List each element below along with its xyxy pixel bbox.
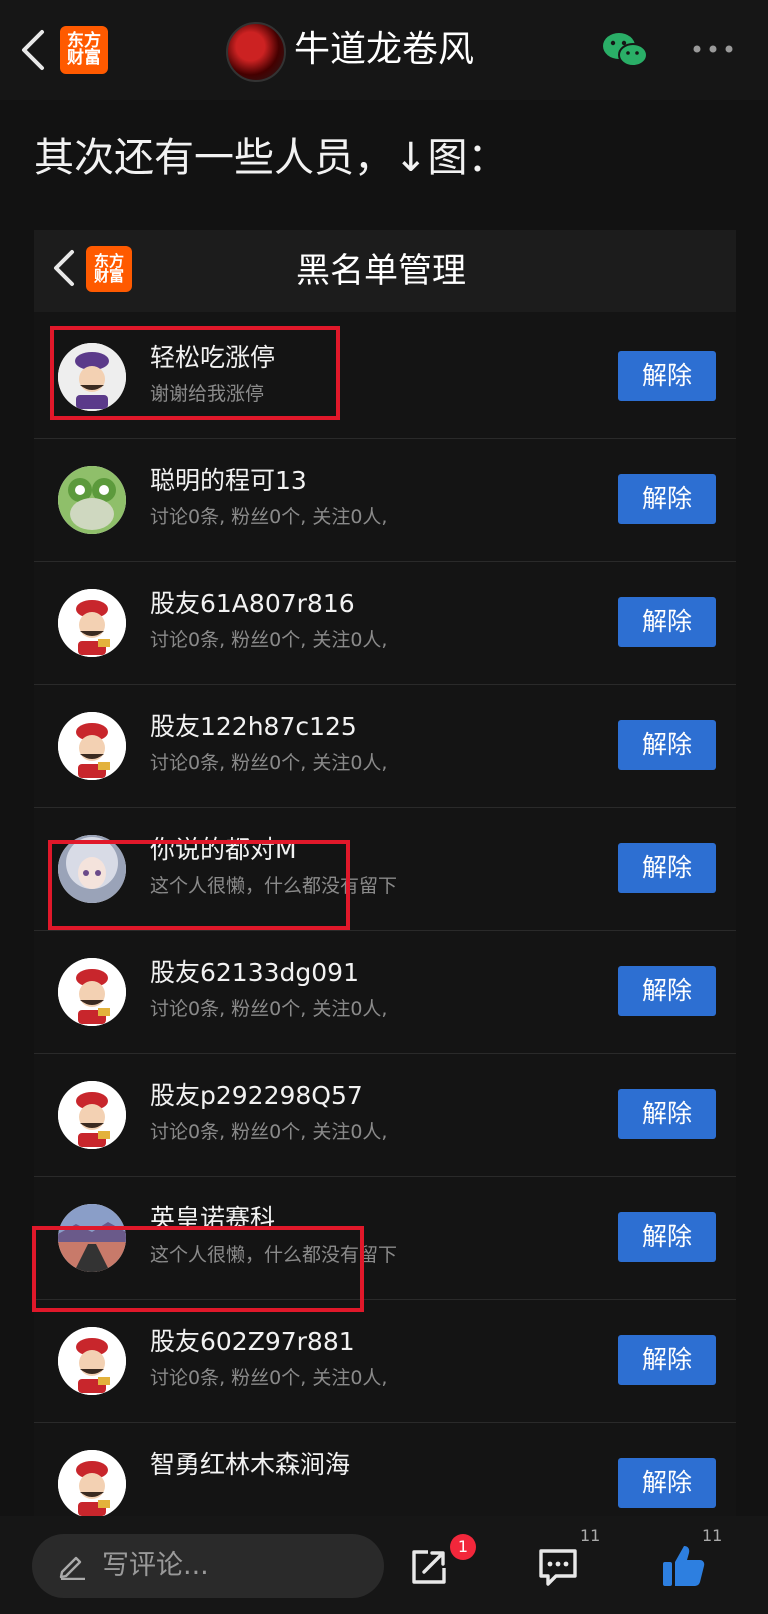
- unblock-button[interactable]: 解除: [618, 1458, 716, 1508]
- default-mascot-avatar[interactable]: [58, 1327, 126, 1395]
- unblock-button[interactable]: 解除: [618, 1089, 716, 1139]
- unblock-button[interactable]: 解除: [618, 1335, 716, 1385]
- unblock-button[interactable]: 解除: [618, 843, 716, 893]
- bottom-action-bar: 写评论... 1 11 11: [0, 1516, 768, 1614]
- eastmoney-logo-small: 东方 财富: [86, 246, 132, 292]
- back-arrow-icon: [54, 250, 74, 286]
- frog-avatar[interactable]: [58, 466, 126, 534]
- comment-count: 11: [580, 1526, 601, 1545]
- top-nav-bar: 东方 财富 牛道龙卷风: [0, 0, 768, 100]
- user-name[interactable]: 股友61A807r816: [150, 586, 355, 622]
- blacklist-row: 股友62133dg091 讨论0条, 粉丝0个, 关注0人, 解除: [34, 927, 736, 1054]
- default-mascot-avatar[interactable]: [58, 958, 126, 1026]
- user-name[interactable]: 聪明的程可13: [150, 463, 307, 499]
- blacklist-header: 黑名单管理: [34, 230, 736, 312]
- highlight-box-1: [50, 326, 340, 420]
- user-subtitle: 讨论0条, 粉丝0个, 关注0人,: [150, 1367, 388, 1389]
- highlight-box-3: [32, 1226, 364, 1312]
- user-subtitle: 讨论0条, 粉丝0个, 关注0人,: [150, 998, 388, 1020]
- author-name[interactable]: 牛道龙卷风: [294, 24, 474, 76]
- post-text: 其次还有一些人员，↓图：: [34, 135, 508, 181]
- highlight-box-2: [48, 840, 350, 930]
- user-name[interactable]: 股友62133dg091: [150, 955, 359, 991]
- user-name[interactable]: 股友602Z97r881: [150, 1324, 355, 1360]
- default-mascot-avatar[interactable]: [58, 589, 126, 657]
- default-mascot-avatar[interactable]: [58, 712, 126, 780]
- back-arrow-icon[interactable]: [14, 26, 54, 74]
- user-name[interactable]: 股友122h87c125: [150, 709, 357, 745]
- comment-placeholder: 写评论...: [102, 1550, 209, 1581]
- user-name[interactable]: 股友p292298Q57: [150, 1078, 363, 1114]
- blacklist-row: 股友61A807r816 讨论0条, 粉丝0个, 关注0人, 解除: [34, 558, 736, 685]
- pen-icon: [59, 1556, 85, 1580]
- user-subtitle: 讨论0条, 粉丝0个, 关注0人,: [150, 752, 388, 774]
- like-thumb-icon[interactable]: [660, 1542, 706, 1590]
- user-subtitle: 讨论0条, 粉丝0个, 关注0人,: [150, 506, 388, 528]
- default-mascot-avatar[interactable]: [58, 1450, 126, 1516]
- blacklist-row: 股友602Z97r881 讨论0条, 粉丝0个, 关注0人, 解除: [34, 1296, 736, 1423]
- default-mascot-avatar[interactable]: [58, 1081, 126, 1149]
- eastmoney-logo[interactable]: 东方 财富: [60, 26, 108, 74]
- blacklist-title: 黑名单管理: [296, 251, 466, 291]
- unblock-button[interactable]: 解除: [618, 474, 716, 524]
- user-subtitle: 讨论0条, 粉丝0个, 关注0人,: [150, 629, 388, 651]
- share-icon[interactable]: [408, 1546, 450, 1588]
- wechat-share-icon[interactable]: [600, 30, 650, 70]
- comment-input[interactable]: 写评论...: [32, 1534, 384, 1598]
- user-name[interactable]: 智勇红林木森涧海: [150, 1447, 350, 1483]
- unblock-button[interactable]: 解除: [618, 351, 716, 401]
- unblock-button[interactable]: 解除: [618, 1212, 716, 1262]
- comment-icon[interactable]: [536, 1546, 580, 1588]
- unblock-button[interactable]: 解除: [618, 966, 716, 1016]
- blacklist-row: 智勇红林木森涧海 解除: [34, 1419, 736, 1516]
- unblock-button[interactable]: 解除: [618, 597, 716, 647]
- author-avatar[interactable]: [226, 22, 286, 82]
- blacklist-row: 股友p292298Q57 讨论0条, 粉丝0个, 关注0人, 解除: [34, 1050, 736, 1177]
- share-badge: 1: [450, 1534, 476, 1560]
- more-options-icon[interactable]: [690, 36, 736, 62]
- user-subtitle: 讨论0条, 粉丝0个, 关注0人,: [150, 1121, 388, 1143]
- unblock-button[interactable]: 解除: [618, 720, 716, 770]
- like-count: 11: [702, 1526, 723, 1545]
- blacklist-row: 聪明的程可13 讨论0条, 粉丝0个, 关注0人, 解除: [34, 435, 736, 562]
- blacklist-row: 股友122h87c125 讨论0条, 粉丝0个, 关注0人, 解除: [34, 681, 736, 808]
